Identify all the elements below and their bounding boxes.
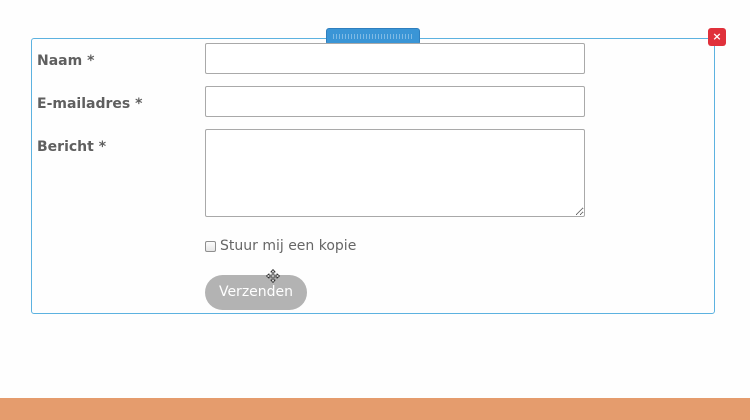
name-label: Naam * bbox=[37, 53, 95, 69]
grip-icon bbox=[333, 34, 413, 39]
move-cursor-icon bbox=[266, 269, 280, 283]
email-input[interactable] bbox=[205, 86, 585, 117]
name-input[interactable] bbox=[205, 43, 585, 74]
send-copy-checkbox[interactable] bbox=[205, 241, 216, 252]
message-textarea[interactable] bbox=[205, 129, 585, 217]
submit-button[interactable]: Verzenden bbox=[205, 275, 307, 310]
email-label: E-mailadres * bbox=[37, 96, 143, 112]
send-copy-label[interactable]: Stuur mij een kopie bbox=[220, 238, 356, 254]
delete-widget-button[interactable]: × bbox=[708, 28, 726, 46]
message-label: Bericht * bbox=[37, 139, 107, 155]
page: × Naam * E-mailadres * Bericht * Stuur m… bbox=[0, 0, 750, 420]
footer-bar bbox=[0, 398, 750, 420]
